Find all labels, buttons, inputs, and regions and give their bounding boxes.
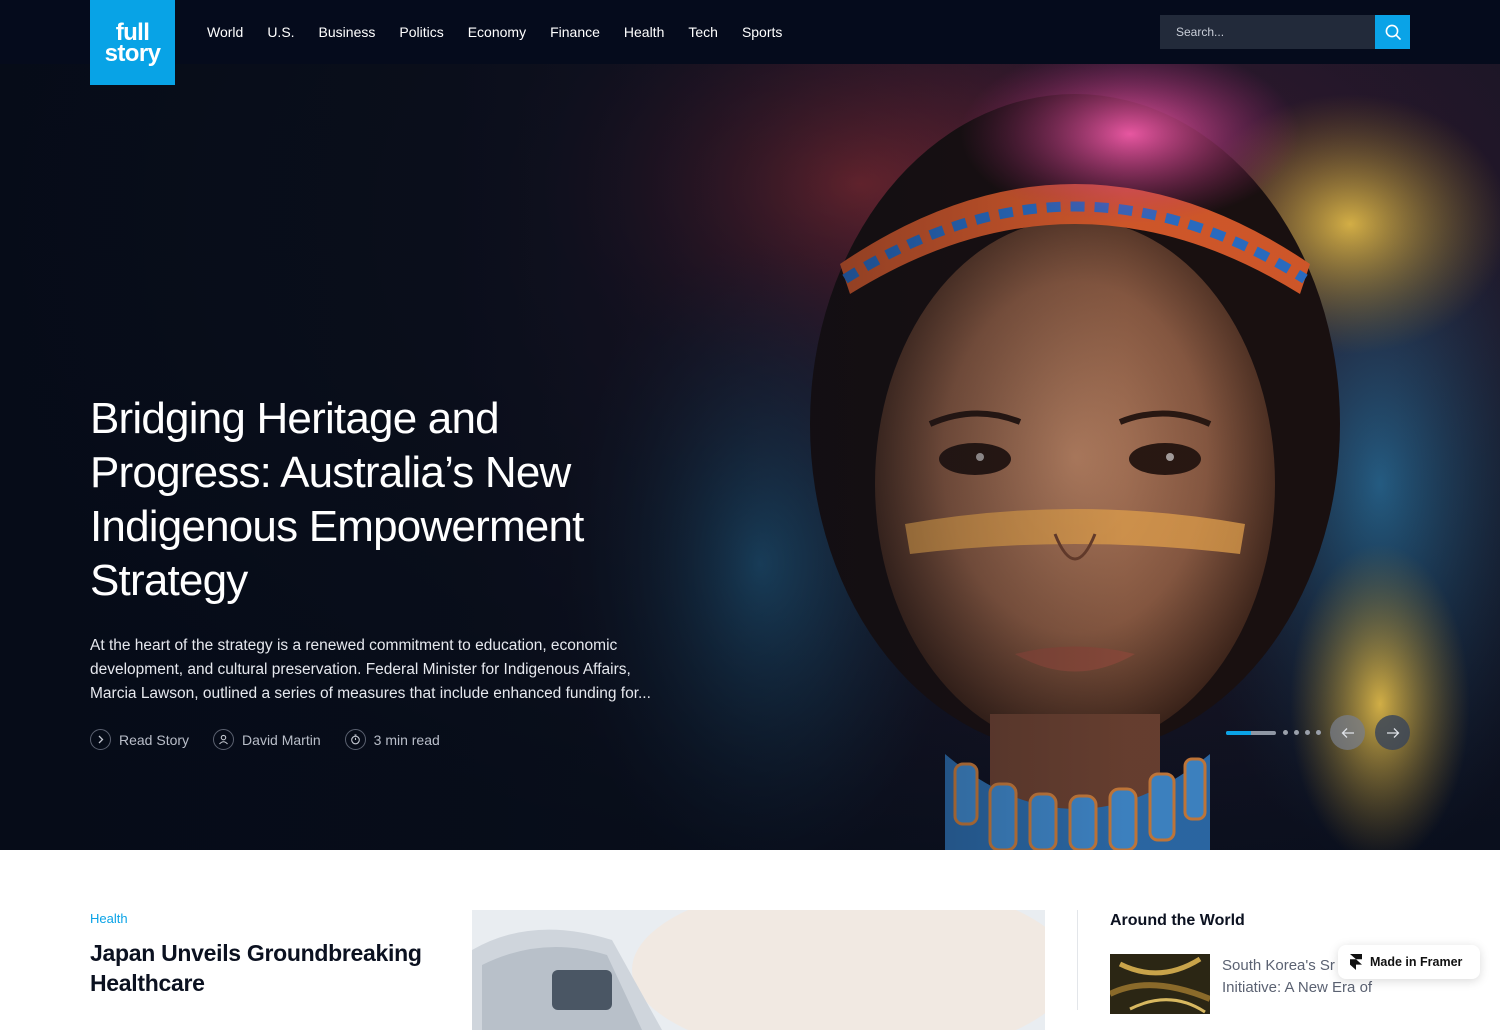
nav-link-world[interactable]: World xyxy=(195,24,255,40)
slider-dot[interactable] xyxy=(1305,730,1310,735)
category-link[interactable]: Health xyxy=(90,911,128,926)
search-icon xyxy=(1385,24,1401,40)
hero-slider: Bridging Heritage and Progress: Australi… xyxy=(0,64,1500,850)
author-name: David Martin xyxy=(242,731,321,748)
sidebar-thumbnail-image xyxy=(1110,954,1210,1014)
hero-excerpt: At the heart of the strategy is a renewe… xyxy=(90,637,651,702)
slider-progress[interactable] xyxy=(1226,730,1276,735)
slider-dot[interactable] xyxy=(1294,730,1299,735)
author[interactable]: David Martin xyxy=(213,729,321,750)
slider-pagination xyxy=(1226,730,1327,735)
chevron-right-icon xyxy=(90,729,111,750)
arrow-right-icon xyxy=(1386,727,1399,738)
nav-link-health[interactable]: Health xyxy=(612,24,676,40)
nav-link-tech[interactable]: Tech xyxy=(676,24,730,40)
nav-link-us[interactable]: U.S. xyxy=(255,24,306,40)
sidebar-thumbnail[interactable] xyxy=(1110,954,1210,1014)
nav-link-economy[interactable]: Economy xyxy=(456,24,538,40)
slider-next-button[interactable] xyxy=(1375,715,1410,750)
hero-headline[interactable]: Bridging Heritage and Progress: Australi… xyxy=(90,392,670,608)
read-time: 3 min read xyxy=(344,729,440,750)
nav-link-sports[interactable]: Sports xyxy=(730,24,794,40)
hero-text: Bridging Heritage and Progress: Australi… xyxy=(90,392,670,706)
nav-link-politics[interactable]: Politics xyxy=(387,24,455,40)
stopwatch-icon xyxy=(344,729,366,750)
hero-meta: Read Story David Martin 3 min read xyxy=(90,729,464,750)
framer-logo-icon xyxy=(1350,954,1362,970)
logo-line-2: story xyxy=(104,39,161,67)
featured-story-image[interactable] xyxy=(472,910,1045,1030)
made-in-framer-badge[interactable]: Made in Framer xyxy=(1338,945,1480,979)
nav-link-finance[interactable]: Finance xyxy=(538,24,612,40)
sidebar-heading: Around the World xyxy=(1110,912,1245,929)
read-story-link[interactable]: Read Story xyxy=(90,729,189,750)
search-button[interactable] xyxy=(1375,15,1410,49)
read-story-label: Read Story xyxy=(119,731,190,748)
search-box xyxy=(1160,15,1410,49)
search-input[interactable] xyxy=(1160,15,1375,49)
top-navigation-bar: World U.S. Business Politics Economy Fin… xyxy=(0,0,1500,64)
featured-story-title[interactable]: Japan Unveils Groundbreaking Healthcare xyxy=(90,938,430,998)
slider-dot[interactable] xyxy=(1316,730,1321,735)
slider-progress-fill xyxy=(1226,730,1251,735)
main-nav: World U.S. Business Politics Economy Fin… xyxy=(195,0,794,64)
arrow-left-icon xyxy=(1341,727,1354,738)
column-divider xyxy=(1077,910,1078,1010)
read-time-label: 3 min read xyxy=(373,731,440,748)
user-icon xyxy=(213,729,235,750)
slider-prev-button[interactable] xyxy=(1330,715,1365,750)
medical-device-image xyxy=(472,910,1045,1030)
nav-link-business[interactable]: Business xyxy=(307,24,388,40)
site-logo[interactable]: full story xyxy=(90,0,175,85)
featured-section: Health Japan Unveils Groundbreaking Heal… xyxy=(0,850,1500,1030)
slider-dot[interactable] xyxy=(1283,730,1288,735)
framer-badge-label: Made in Framer xyxy=(1370,955,1463,969)
